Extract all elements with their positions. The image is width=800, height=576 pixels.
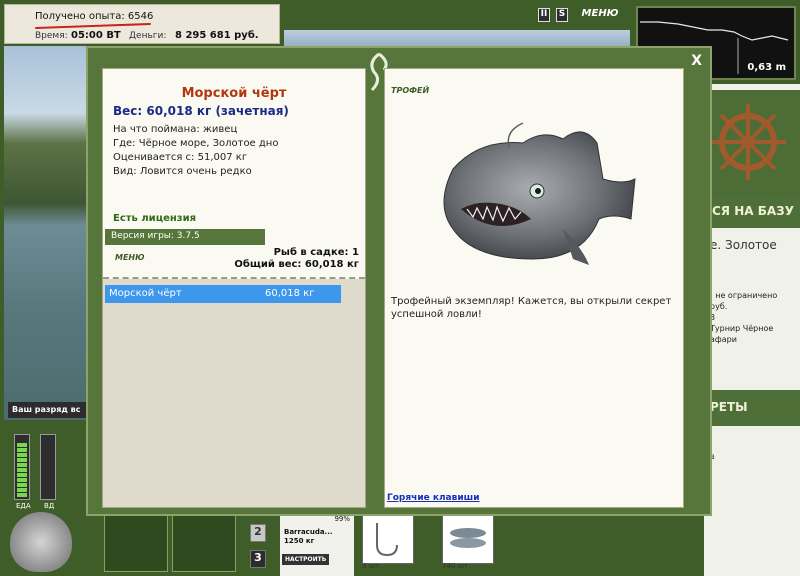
lake-view xyxy=(4,46,90,420)
time-label: Время: xyxy=(35,31,68,41)
catch-list: Морской чёрт 60,018 кг xyxy=(105,285,341,303)
hook-icon xyxy=(376,523,398,557)
bait-label: ВД xyxy=(44,502,55,510)
status-bar: Получено опыта: 6546 Время: 05:00 ВТ Ден… xyxy=(4,4,280,44)
catch-name: Морской чёрт xyxy=(109,288,182,299)
total-weight: Общий вес: 60,018 кг xyxy=(234,259,359,270)
hotkeys-link[interactable]: Горячие клавиши xyxy=(387,493,480,503)
valued-from: Оценивается с: 51,007 кг xyxy=(113,152,248,163)
bait-count: 740 шт. xyxy=(442,562,471,570)
info-line: : не ограничено xyxy=(710,291,778,300)
setup-button[interactable]: НАСТРОИТЬ xyxy=(282,554,330,565)
depth-value: 0,63 m xyxy=(747,62,786,73)
top-controls: II S МЕНЮ xyxy=(536,8,632,24)
hook-count: 3 шт. xyxy=(362,562,382,570)
main-menu-button[interactable]: МЕНЮ xyxy=(580,8,620,22)
fish-info-card: Морской чёрт Вес: 60,018 кг (зачетная) Н… xyxy=(102,68,366,508)
catch-dialog: X Морской чёрт Вес: 60,018 кг (зачетная)… xyxy=(86,46,712,516)
info-line: афари xyxy=(710,335,737,344)
game-version: Версия игры: 3.7.5 xyxy=(105,229,265,245)
cage-summary: Рыб в садке: 1 Общий вес: 60,018 кг xyxy=(234,247,359,271)
trophy-text: Трофейный экземпляр! Кажется, вы открыли… xyxy=(391,296,672,320)
ship-wheel-icon xyxy=(704,90,800,200)
license-status: Есть лицензия xyxy=(113,213,197,224)
tackle-name-line: Barracuda... xyxy=(284,528,333,536)
secrets-button[interactable]: РЕТЫ xyxy=(710,400,748,414)
trophy-label: ТРОФЕЙ xyxy=(391,86,430,95)
food-label: ЕДА xyxy=(16,502,31,510)
info-line: 3 xyxy=(710,313,716,322)
fish-weight: Вес: 60,018 кг (зачетная) xyxy=(113,104,289,118)
location-info: : не ограничено руб. 3 Турнир Чёрное афа… xyxy=(710,290,777,345)
vegetable-basket-icon[interactable] xyxy=(104,512,168,572)
food-meter-fill xyxy=(17,443,27,497)
tackle-panel: 99% Barracuda... 1250 кг НАСТРОИТЬ xyxy=(280,514,354,576)
cage-count: Рыб в садке: 1 xyxy=(273,247,359,258)
list-item[interactable]: Морской чёрт 60,018 кг xyxy=(105,285,341,303)
bucket-icon[interactable] xyxy=(172,512,236,572)
tackle-name: Barracuda... 1250 кг xyxy=(284,528,333,546)
tackle-strength-line: 1250 кг xyxy=(284,537,315,545)
anglerfish-image xyxy=(443,122,636,265)
time-value: 05:00 ВТ xyxy=(71,30,121,41)
fish-name: Морской чёрт xyxy=(181,86,287,101)
hook-slot[interactable] xyxy=(362,514,414,564)
location-text: е. Золотое xyxy=(710,238,777,252)
bait-slot[interactable] xyxy=(442,514,494,564)
catch-weight: 60,018 кг xyxy=(265,288,315,299)
bait-meter xyxy=(40,434,56,500)
rod-slot-2[interactable]: 2 xyxy=(250,524,266,542)
trophy-card: ТРОФЕЙ Трофейный экземпляр! Кажется, вы … xyxy=(384,68,684,508)
fish-info-upper: Морской чёрт Вес: 60,018 кг (зачетная) Н… xyxy=(103,69,365,279)
fish-rarity: Вид: Ловится очень редко xyxy=(113,166,252,177)
fish-bait-icon xyxy=(450,528,486,548)
info-line: Турнир Чёрное xyxy=(710,324,774,333)
dialog-menu-button[interactable]: МЕНЮ xyxy=(115,253,145,262)
catch-location: Где: Чёрное море, Золотое дно xyxy=(113,138,279,149)
tackle-percent: 99% xyxy=(334,515,350,523)
close-button[interactable]: X xyxy=(691,53,702,69)
caught-on: На что поймана: живец xyxy=(113,124,238,135)
info-line: руб. xyxy=(710,302,728,311)
money-value: 8 295 681 руб. xyxy=(175,30,259,41)
right-side-panel: СЯ НА БАЗУ е. Золотое : не ограничено ру… xyxy=(704,84,800,576)
sound-icon[interactable]: S xyxy=(556,8,568,22)
rod-slot-3[interactable]: 3 xyxy=(250,550,266,568)
rank-banner[interactable]: Ваш разряд вс xyxy=(8,402,88,418)
xp-underline xyxy=(35,22,151,30)
pause-icon[interactable]: II xyxy=(538,8,550,22)
pot-icon[interactable] xyxy=(10,512,72,572)
go-to-base-button[interactable]: СЯ НА БАЗУ xyxy=(712,204,794,218)
xp-text: Получено опыта: 6546 xyxy=(35,11,154,22)
food-meter xyxy=(14,434,30,500)
money-label: Деньги: xyxy=(129,31,167,41)
